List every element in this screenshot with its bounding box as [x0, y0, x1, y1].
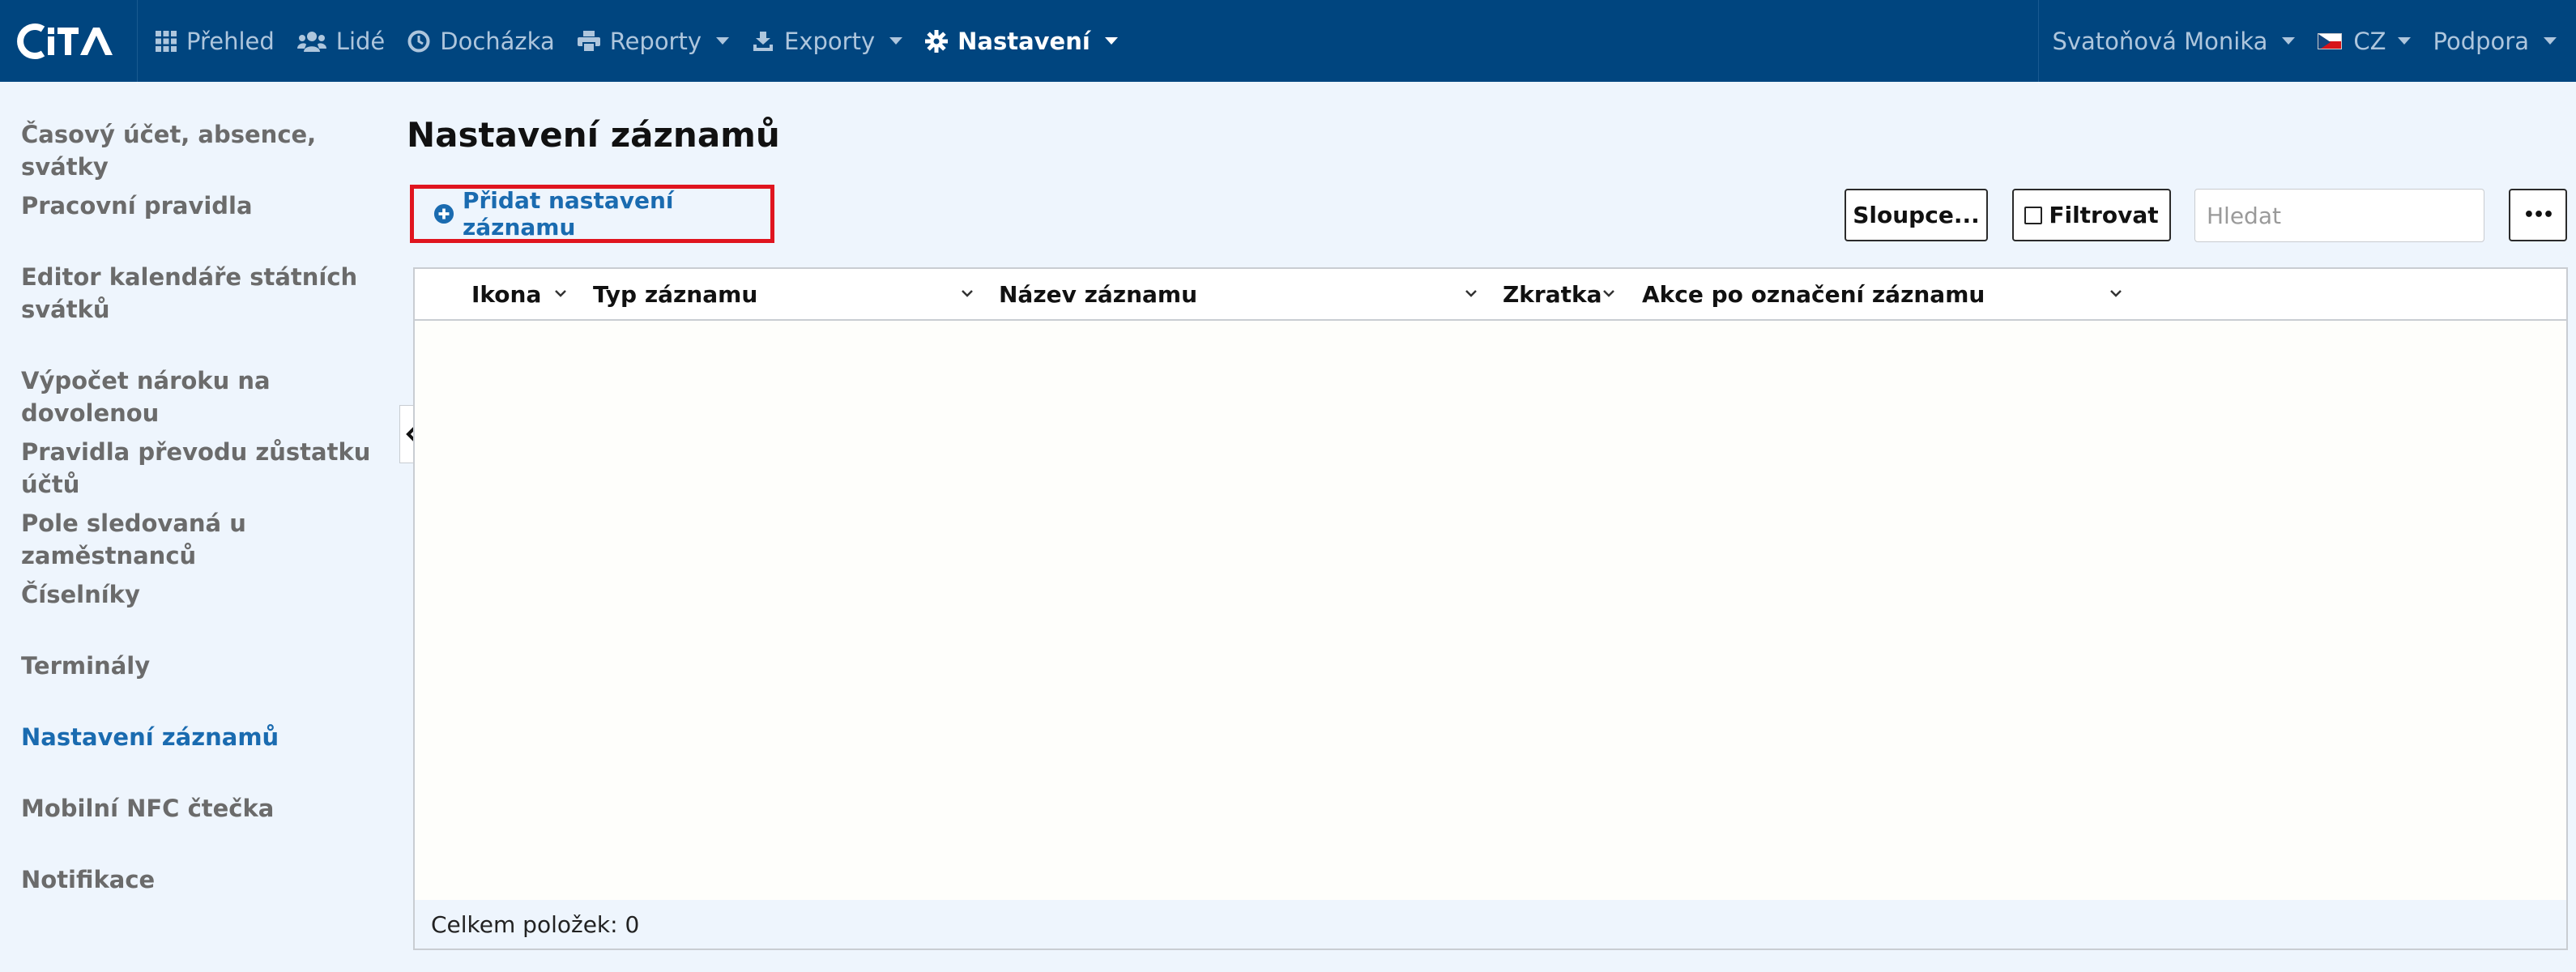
chevron-down-icon[interactable]: [1597, 282, 1620, 305]
gear-icon: [925, 29, 949, 53]
add-record-setting-button[interactable]: Přidat nastavení záznamu: [410, 185, 774, 243]
filter-button-label: Filtrovat: [2049, 202, 2159, 228]
columns-button-label: Sloupce...: [1853, 202, 1980, 228]
search-input[interactable]: [2194, 189, 2484, 242]
user-name: Svatoňová Monika: [2052, 27, 2268, 55]
grid-icon: [156, 30, 177, 52]
chevron-down-icon: [2397, 37, 2411, 45]
sidebar-item-editor-kalendare[interactable]: Editor kalendáře státních svátků: [21, 261, 369, 326]
language-menu[interactable]: CZ: [2306, 0, 2421, 82]
chevron-down-icon: [1104, 37, 1118, 45]
support-menu[interactable]: Podpora: [2422, 0, 2576, 82]
column-header-label: Typ záznamu: [593, 280, 758, 308]
column-header-akce[interactable]: Akce po označení záznamu: [1642, 269, 1985, 319]
column-header-nazev-zaznamu[interactable]: Název záznamu: [999, 269, 1197, 319]
nav-prehled[interactable]: Přehled: [144, 0, 286, 82]
plus-circle-icon: [433, 203, 454, 224]
ellipsis-icon: •••: [2523, 205, 2554, 225]
chevron-down-icon: [2282, 37, 2296, 45]
sidebar-item-ciselniky[interactable]: Číselníky: [21, 578, 386, 611]
logo[interactable]: [0, 0, 138, 82]
chevron-down-icon: [2544, 37, 2557, 45]
column-header-label: Ikona: [471, 280, 542, 308]
column-header-zkratka[interactable]: Zkratka: [1503, 269, 1602, 319]
grid-footer: Celkem položek: 0: [415, 900, 2566, 949]
more-options-button[interactable]: •••: [2509, 189, 2567, 241]
checkbox-icon: [2024, 206, 2043, 224]
language-label: CZ: [2353, 27, 2386, 55]
export-icon: [753, 31, 774, 51]
nav-exporty-label: Exporty: [784, 27, 876, 55]
columns-button[interactable]: Sloupce...: [1845, 189, 1988, 241]
nav-lide-label: Lidé: [335, 27, 386, 55]
records-grid: Ikona Typ záznamu Název záznamu Zkratka …: [413, 267, 2568, 950]
grid-header: Ikona Typ záznamu Název záznamu Zkratka …: [415, 269, 2566, 321]
chevron-down-icon: [716, 37, 730, 45]
column-header-ikona[interactable]: Ikona: [471, 269, 541, 319]
cita-logo-icon: [16, 23, 113, 59]
nav-reporty[interactable]: Reporty: [566, 0, 740, 82]
total-items-count: Celkem položek: 0: [431, 910, 640, 938]
column-header-typ-zaznamu[interactable]: Typ záznamu: [593, 269, 757, 319]
support-label: Podpora: [2433, 27, 2529, 55]
nav-dochazka[interactable]: Docházka: [396, 0, 565, 82]
sidebar-item-vypocet-naroku[interactable]: Výpočet nároku na dovolenou: [21, 364, 386, 429]
nav-reporty-label: Reporty: [609, 27, 702, 55]
user-menu[interactable]: Svatoňová Monika: [2041, 0, 2306, 82]
filter-button[interactable]: Filtrovat: [2012, 189, 2171, 241]
sidebar-item-notifikace[interactable]: Notifikace: [21, 863, 386, 896]
chevron-down-icon[interactable]: [549, 282, 572, 305]
chevron-down-icon[interactable]: [2105, 282, 2127, 305]
nav-nastaveni-label: Nastavení: [957, 27, 1090, 55]
sidebar-item-pravidla-prevodu[interactable]: Pravidla převodu zůstatku účtů: [21, 436, 386, 501]
chevron-down-icon[interactable]: [956, 282, 979, 305]
column-header-label: Zkratka: [1503, 280, 1602, 308]
column-header-label: Název záznamu: [999, 280, 1198, 308]
nav-exporty[interactable]: Exporty: [740, 0, 914, 82]
settings-sidebar: Časový účet, absence, svátky Pracovní pr…: [0, 82, 389, 972]
top-navbar: Přehled Lidé Docházka Reporty Exporty Na…: [0, 0, 2576, 82]
nav-nastaveni[interactable]: Nastavení: [914, 0, 1129, 82]
sidebar-item-pracovni-pravidla[interactable]: Pracovní pravidla: [21, 190, 386, 222]
print-icon: [577, 30, 600, 52]
sidebar-item-terminaly[interactable]: Terminály: [21, 650, 386, 682]
sidebar-item-mobilni-nfc[interactable]: Mobilní NFC čtečka: [21, 792, 386, 825]
sidebar-item-pole-sledovana[interactable]: Pole sledovaná u zaměstnanců: [21, 507, 386, 572]
nav-lide[interactable]: Lidé: [286, 0, 396, 82]
column-header-label: Akce po označení záznamu: [1642, 280, 1985, 308]
users-icon: [296, 31, 326, 52]
nav-right: Svatoňová Monika CZ Podpora: [2038, 0, 2576, 82]
add-record-setting-label: Přidat nastavení záznamu: [462, 187, 674, 241]
nav-dochazka-label: Docházka: [440, 27, 555, 55]
sidebar-item-casovy-ucet[interactable]: Časový účet, absence, svátky: [21, 118, 386, 183]
page-title: Nastavení záznamů: [407, 115, 780, 155]
chevron-down-icon[interactable]: [1460, 282, 1482, 305]
chevron-down-icon: [889, 37, 903, 45]
czech-flag-icon: [2318, 32, 2343, 49]
nav-prehled-label: Přehled: [186, 27, 275, 55]
clock-icon: [407, 30, 430, 52]
sidebar-item-nastaveni-zaznamu[interactable]: Nastavení záznamů: [21, 721, 386, 753]
